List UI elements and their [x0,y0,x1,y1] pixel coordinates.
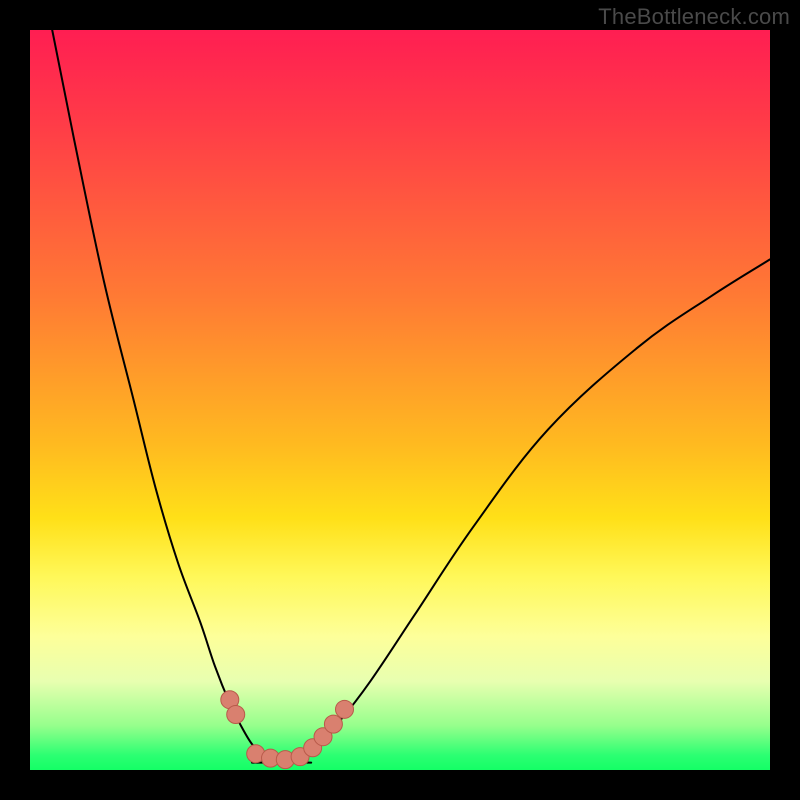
data-marker [336,700,354,718]
series-left-curve [52,30,311,763]
series-right-curve [252,259,770,762]
marker-layer [221,691,354,769]
data-marker [227,706,245,724]
data-marker [324,715,342,733]
watermark-text: TheBottleneck.com [598,4,790,30]
chart-svg [30,30,770,770]
curve-layer [52,30,770,763]
chart-frame: TheBottleneck.com [0,0,800,800]
